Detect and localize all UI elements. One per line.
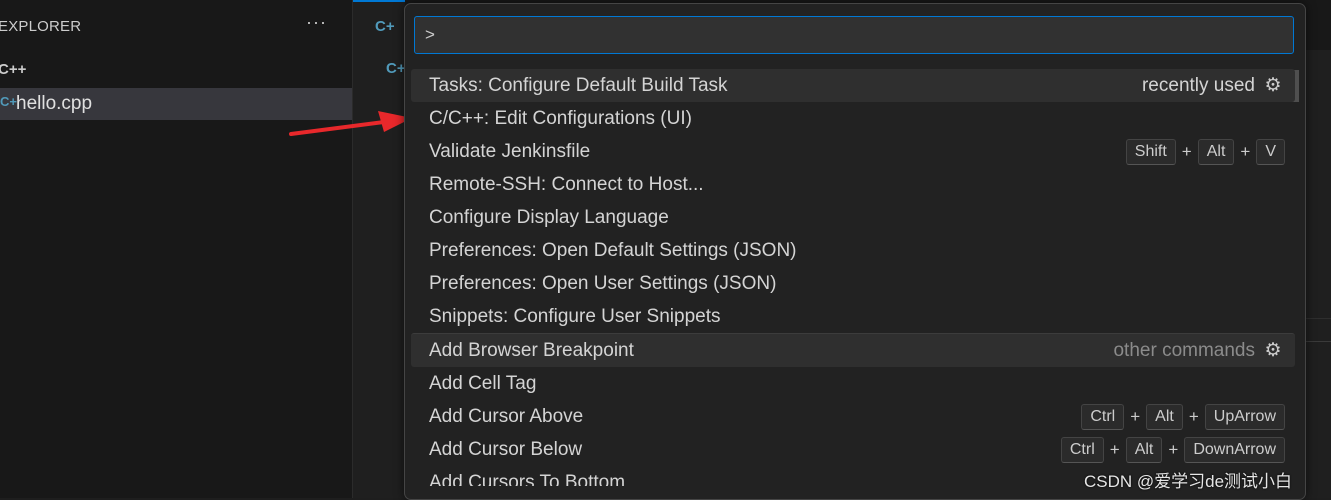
- keybinding-key: DownArrow: [1184, 436, 1285, 463]
- command-item[interactable]: C/C++: Edit Configurations (UI): [411, 102, 1295, 135]
- keybinding-key: Alt: [1146, 403, 1183, 430]
- breadcrumb-cpp-icon: C+: [386, 60, 406, 77]
- explorer-title: EXPLORER: [0, 18, 82, 35]
- keybinding-key: UpArrow: [1204, 403, 1285, 430]
- divider: [1303, 341, 1331, 342]
- key-separator: +: [1181, 142, 1192, 161]
- cpp-file-icon: C+: [375, 18, 395, 35]
- more-actions-icon[interactable]: ···: [306, 12, 327, 33]
- folder-cpp[interactable]: C++: [0, 61, 26, 78]
- command-item[interactable]: Snippets: Configure User Snippets: [411, 300, 1295, 333]
- command-label: Add Cursor Above: [429, 406, 584, 427]
- divider: [1303, 318, 1331, 319]
- command-item[interactable]: Preferences: Open User Settings (JSON): [411, 267, 1295, 300]
- command-label: Add Browser Breakpoint: [429, 340, 634, 361]
- command-item[interactable]: Preferences: Open Default Settings (JSON…: [411, 234, 1295, 267]
- explorer-sidebar: EXPLORER ··· C++ C+ hello.cpp: [0, 0, 353, 498]
- command-label: C/C++: Edit Configurations (UI): [429, 108, 692, 129]
- command-item[interactable]: Remote-SSH: Connect to Host...: [411, 168, 1295, 201]
- command-label: Preferences: Open User Settings (JSON): [429, 273, 777, 294]
- command-label: Add Cursors To Bottom: [429, 472, 626, 486]
- command-list: Tasks: Configure Default Build Task rece…: [411, 69, 1295, 486]
- key-separator: +: [1168, 440, 1179, 459]
- command-item[interactable]: Validate Jenkinsfile Shift + Alt + V: [411, 135, 1295, 168]
- key-separator: +: [1109, 440, 1120, 459]
- key-separator: +: [1240, 142, 1251, 161]
- command-label: Tasks: Configure Default Build Task: [429, 75, 728, 96]
- keybinding-key: Ctrl: [1081, 403, 1125, 430]
- other-commands-label: other commands: [1113, 340, 1255, 361]
- command-item[interactable]: Add Cell Tag: [411, 367, 1295, 400]
- recently-used-label: recently used: [1141, 75, 1255, 96]
- command-palette: Tasks: Configure Default Build Task rece…: [404, 3, 1306, 500]
- gear-icon[interactable]: ⚙: [1261, 334, 1285, 367]
- command-item[interactable]: Add Browser Breakpoint other commands ⚙: [411, 333, 1295, 367]
- key-separator: +: [1188, 407, 1199, 426]
- keybinding-key: Shift: [1125, 138, 1176, 165]
- command-label: Preferences: Open Default Settings (JSON…: [429, 240, 797, 261]
- cpp-file-icon: C+: [0, 94, 17, 109]
- watermark: CSDN @爱学习de测试小白: [1084, 472, 1293, 491]
- command-label: Configure Display Language: [429, 207, 669, 228]
- annotation-arrow-icon: [289, 111, 412, 136]
- command-label: Add Cursor Below: [429, 439, 583, 460]
- command-item[interactable]: Add Cursor Above Ctrl + Alt + UpArrow: [411, 400, 1295, 433]
- keybinding-key: Ctrl: [1060, 436, 1104, 463]
- command-item[interactable]: Add Cursor Below Ctrl + Alt + DownArrow: [411, 433, 1295, 466]
- command-input[interactable]: [414, 16, 1294, 54]
- keybinding-key: Alt: [1125, 436, 1163, 463]
- key-separator: +: [1130, 407, 1141, 426]
- tab-hello-cpp[interactable]: C+: [353, 0, 405, 52]
- command-label: Remote-SSH: Connect to Host...: [429, 174, 704, 195]
- command-item[interactable]: Configure Display Language: [411, 201, 1295, 234]
- command-label: Snippets: Configure User Snippets: [429, 306, 721, 327]
- gear-icon[interactable]: ⚙: [1261, 69, 1285, 102]
- keybinding-key: Alt: [1197, 138, 1235, 165]
- command-item[interactable]: Tasks: Configure Default Build Task rece…: [411, 69, 1295, 102]
- command-label: Validate Jenkinsfile: [429, 141, 591, 162]
- command-label: Add Cell Tag: [429, 373, 537, 394]
- file-name: hello.cpp: [16, 93, 93, 114]
- keybinding-key: V: [1256, 138, 1285, 165]
